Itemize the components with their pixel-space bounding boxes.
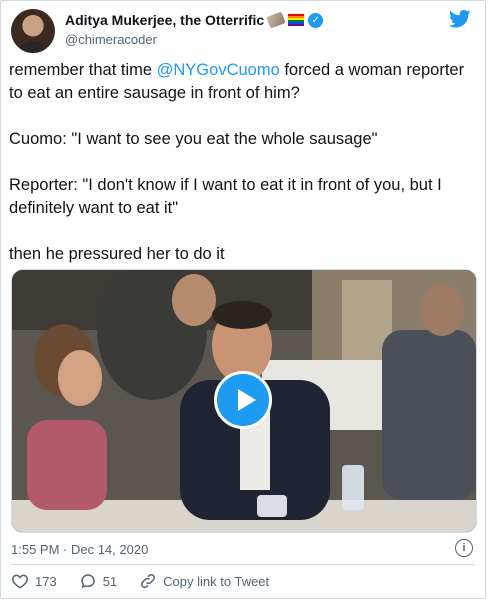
tweet-paragraph-3: Reporter: "I don't know if I want to eat… xyxy=(9,176,442,217)
twitter-bird-icon[interactable] xyxy=(449,9,471,29)
copy-link-button[interactable]: Copy link to Tweet xyxy=(139,572,269,590)
tweet-timestamp[interactable]: 1:55 PM · Dec 14, 2020 xyxy=(11,542,148,557)
tweet-paragraph-1: remember that time @NYGovCuomo forced a … xyxy=(9,61,465,102)
feather-emoji-icon xyxy=(266,11,286,29)
copy-link-label: Copy link to Tweet xyxy=(163,573,270,589)
tweet-text: remember that time @NYGovCuomo forced a … xyxy=(9,59,471,266)
divider xyxy=(11,564,475,565)
reply-count: 51 xyxy=(102,573,118,589)
tweet-paragraph-2: Cuomo: "I want to see you eat the whole … xyxy=(9,130,378,148)
verified-badge-icon: ✓ xyxy=(308,12,324,28)
tweet-header: Aditya Mukerjee, the Otterrific ✓ @chime… xyxy=(9,7,477,53)
author-handle[interactable]: @chimeracoder xyxy=(65,32,157,47)
reply-button[interactable]: 51 xyxy=(79,572,117,590)
author-name-line[interactable]: Aditya Mukerjee, the Otterrific ✓ xyxy=(65,11,324,29)
tweet-actions: 173 51 Copy link to Tweet xyxy=(11,572,291,590)
video-thumbnail[interactable] xyxy=(11,269,477,533)
link-icon xyxy=(141,573,156,589)
reply-bubble-icon xyxy=(80,574,95,589)
like-button[interactable]: 173 xyxy=(11,572,57,590)
play-icon[interactable] xyxy=(214,371,272,429)
tweet-paragraph-4: then he pressured her to do it xyxy=(9,245,225,263)
heart-icon xyxy=(12,574,28,589)
author-display-name[interactable]: Aditya Mukerjee, the Otterrific xyxy=(65,12,264,28)
tweet-meta: 1:55 PM · Dec 14, 2020 i xyxy=(11,539,475,559)
avatar[interactable] xyxy=(11,9,55,53)
like-count: 173 xyxy=(35,573,57,589)
rainbow-flag-icon xyxy=(288,14,305,26)
tweet-card: Aditya Mukerjee, the Otterrific ✓ @chime… xyxy=(0,0,486,599)
mention-link[interactable]: @NYGovCuomo xyxy=(157,61,280,79)
info-icon[interactable]: i xyxy=(455,539,473,557)
